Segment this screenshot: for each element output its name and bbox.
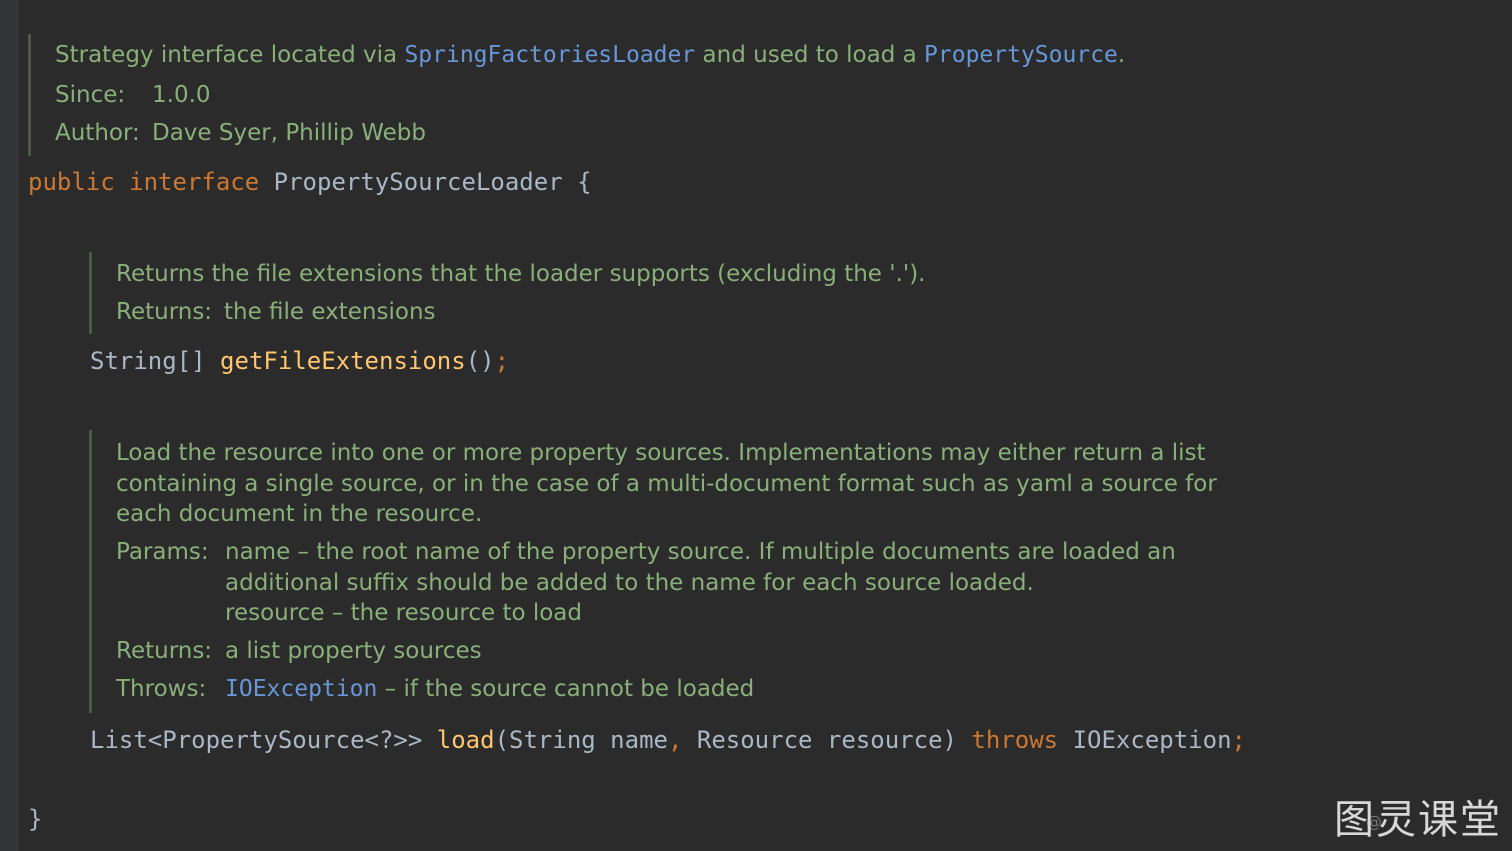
method-load[interactable]: List<PropertySource<?>> load(String name… bbox=[90, 724, 1246, 756]
method2-doc-description-3: each document in the resource. bbox=[116, 501, 483, 527]
open-brace: { bbox=[577, 168, 592, 196]
method1-javadoc: Returns the file extensions that the loa… bbox=[89, 252, 1089, 334]
method2-doc-param2: resource – the resource to load bbox=[225, 600, 583, 626]
param-name: String name bbox=[509, 726, 668, 754]
returns-label: Returns: bbox=[116, 299, 213, 325]
method1-doc-returns: Returns: the file extensions bbox=[116, 297, 436, 328]
class-doc-text: Strategy interface located via bbox=[55, 42, 405, 68]
return-type: String[] bbox=[90, 347, 206, 375]
method2-javadoc: Load the resource into one or more prope… bbox=[89, 430, 1289, 713]
method2-doc-returns: Returns: a list property sources bbox=[116, 636, 482, 667]
semicolon: ; bbox=[1231, 726, 1246, 754]
class-doc-since: Since: 1.0.0 bbox=[55, 80, 211, 111]
author-label: Author: bbox=[55, 120, 140, 146]
method2-doc-param1-line2: additional suffix should be added to the… bbox=[225, 570, 1034, 596]
method2-doc-param1-line1: name – the root name of the property sou… bbox=[225, 539, 1176, 565]
author-value: Dave Syer, Phillip Webb bbox=[152, 120, 426, 146]
spring-factories-loader-link[interactable]: SpringFactoriesLoader bbox=[404, 42, 695, 68]
interface-declaration[interactable]: public interface PropertySourceLoader { bbox=[28, 166, 592, 198]
throws-value: – if the source cannot be loaded bbox=[377, 676, 755, 702]
editor-gutter bbox=[0, 0, 18, 851]
keyword-throws: throws bbox=[971, 726, 1059, 754]
class-doc-text: and used to load a bbox=[695, 42, 925, 68]
keyword-public: public bbox=[28, 168, 115, 196]
since-label: Since: bbox=[55, 82, 126, 108]
return-type: List<PropertySource<?>> bbox=[90, 726, 437, 754]
method-name-getFileExtensions[interactable]: getFileExtensions bbox=[220, 347, 466, 375]
class-javadoc: Strategy interface located via SpringFac… bbox=[28, 34, 1228, 156]
class-doc-summary: Strategy interface located via SpringFac… bbox=[55, 40, 1125, 71]
class-doc-author: Author: Dave Syer, Phillip Webb bbox=[55, 118, 426, 149]
comma: , bbox=[667, 726, 683, 754]
method2-doc-params-label: Params: bbox=[116, 539, 209, 565]
semicolon: ; bbox=[494, 347, 510, 375]
class-doc-text: . bbox=[1117, 42, 1126, 68]
throws-label: Throws: bbox=[116, 676, 207, 702]
returns-value: the file extensions bbox=[224, 299, 436, 325]
exception-type[interactable]: IOException bbox=[1058, 726, 1232, 754]
interface-name[interactable]: PropertySourceLoader bbox=[274, 168, 563, 196]
method1-doc-description: Returns the file extensions that the loa… bbox=[116, 261, 926, 287]
keyword-interface: interface bbox=[129, 168, 260, 196]
close-brace: } bbox=[28, 805, 43, 833]
returns-value: a list property sources bbox=[225, 638, 482, 664]
since-value: 1.0.0 bbox=[152, 82, 211, 108]
parens: () bbox=[465, 347, 495, 375]
watermark-logo: 图灵课堂 bbox=[1334, 797, 1502, 843]
ioexception-link[interactable]: IOException bbox=[225, 676, 377, 702]
method2-doc-throws: Throws: IOException – if the source canno… bbox=[116, 674, 754, 705]
method2-doc-description-1: Load the resource into one or more prope… bbox=[116, 440, 1206, 466]
property-source-link[interactable]: PropertySource bbox=[924, 42, 1118, 68]
open-paren: ( bbox=[494, 726, 510, 754]
method2-doc-description-2: containing a single source, or in the ca… bbox=[116, 471, 1217, 497]
method-get-file-extensions[interactable]: String[] getFileExtensions(); bbox=[90, 345, 509, 377]
method-name-load[interactable]: load bbox=[437, 726, 495, 754]
returns-label: Returns: bbox=[116, 638, 213, 664]
param-resource: Resource resource) bbox=[682, 726, 972, 754]
